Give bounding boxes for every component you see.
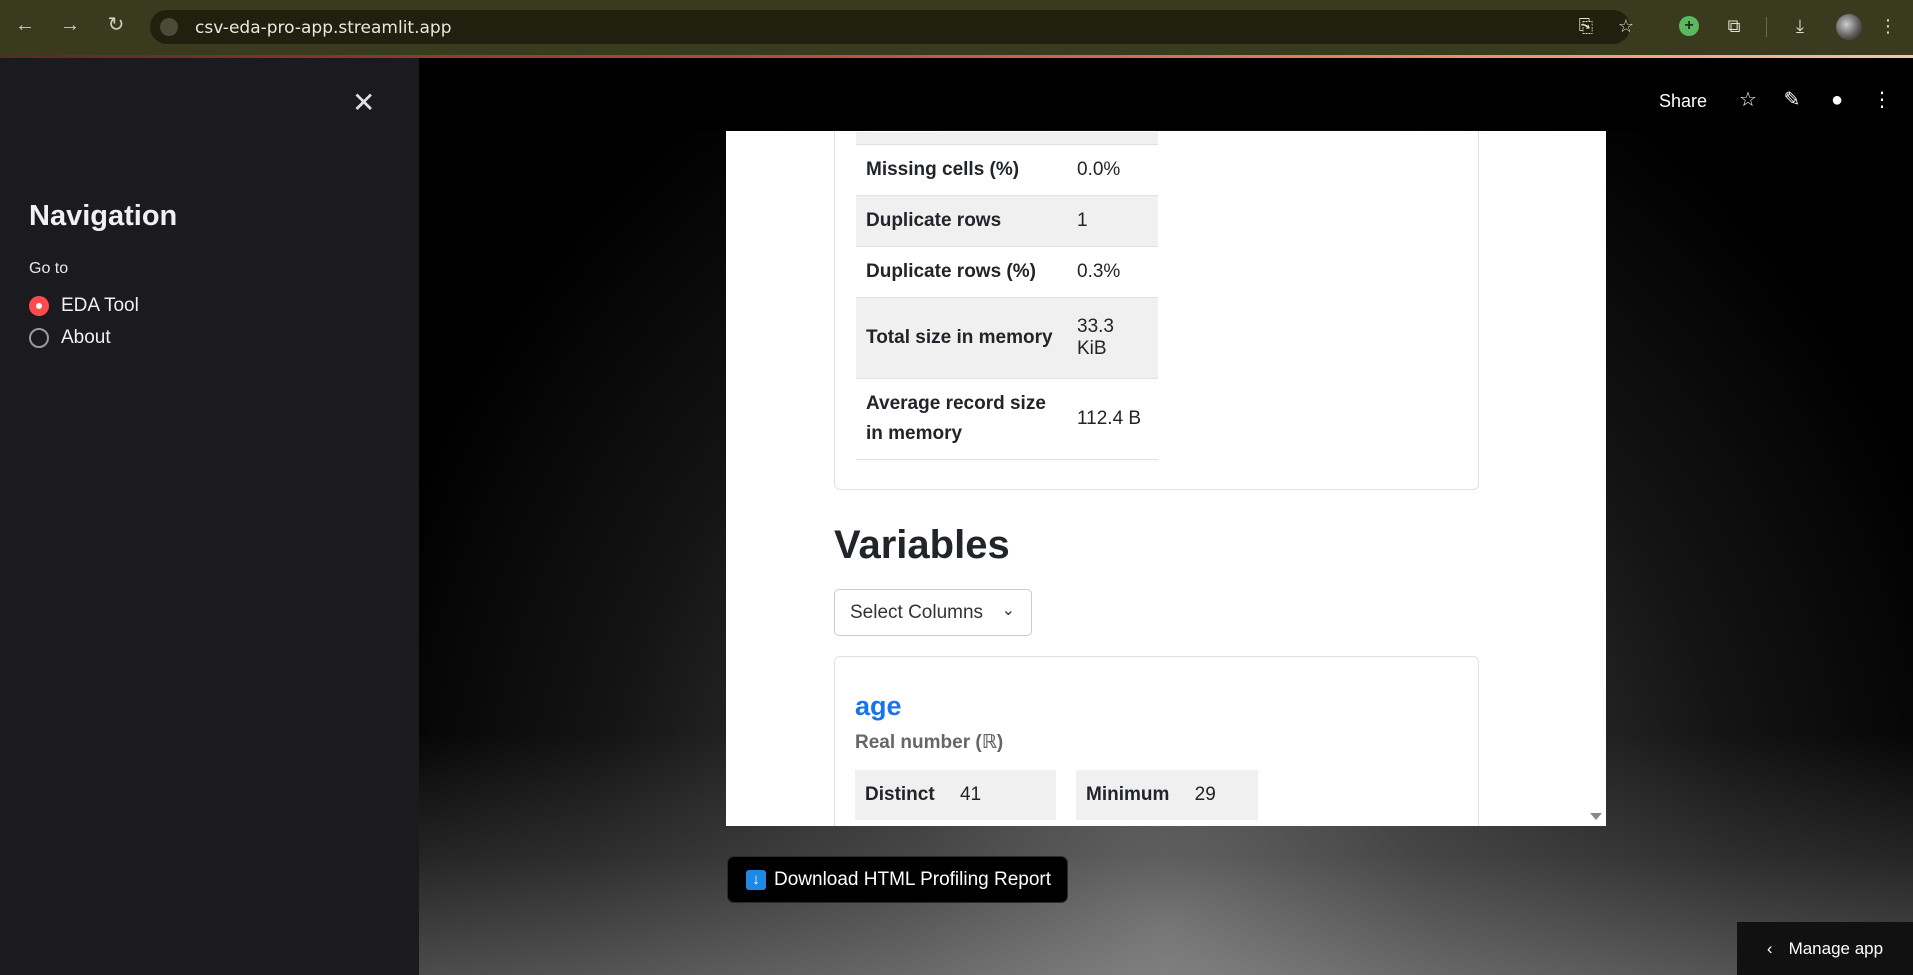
app-menu-icon[interactable]: ⋮ [1870,88,1894,112]
browser-menu-icon[interactable]: ⋮ [1876,14,1900,38]
stat-value: 41 [959,784,982,805]
chevron-left-icon: ‹ [1766,938,1773,958]
table-row: Average record size in memory 112.4 B [856,378,1158,460]
download-button-label: Download HTML Profiling Report [774,868,1052,890]
radio-checked-icon[interactable] [29,296,49,316]
github-icon[interactable]: ● [1825,88,1849,112]
download-report-button[interactable]: ↓ Download HTML Profiling Report [727,856,1069,903]
main-content: Share ☆ ✎ ● ⋮ Missing cells (%) 0.0% Dup… [419,58,1913,975]
share-button[interactable]: Share [1659,91,1707,112]
stat-key: Total size in memory [856,297,1067,379]
install-app-icon[interactable]: ⎘ [1574,14,1598,38]
manage-app-label: Manage app [1788,938,1884,958]
toolbar-divider [1766,17,1767,37]
stat-key: Duplicate rows (%) [856,246,1067,298]
close-sidebar-icon[interactable]: ✕ [352,86,375,119]
edit-pencil-icon[interactable]: ✎ [1780,88,1804,112]
scroll-down-arrow-icon[interactable] [1590,813,1602,820]
radio-option-eda-tool[interactable]: EDA Tool [29,295,139,317]
radio-label: EDA Tool [61,295,139,316]
radio-label: About [61,327,111,348]
chevron-down-icon: ⌄ [1001,602,1015,619]
favorite-star-icon[interactable]: ☆ [1736,88,1760,112]
radio-option-about[interactable]: About [29,327,111,349]
reload-icon[interactable]: ↻ [105,14,127,36]
app-header: Share ☆ ✎ ● ⋮ [419,58,1913,130]
variable-card: age Real number (ℝ) Distinct 41 Minimum … [834,656,1479,826]
variables-heading: Variables [834,523,1010,567]
variable-type: Real number (ℝ) [855,732,1004,753]
radio-unchecked-icon[interactable] [29,328,49,348]
distinct-stat: Distinct 41 [855,770,1056,820]
bookmark-star-icon[interactable]: ☆ [1614,14,1638,38]
overview-card: Missing cells (%) 0.0% Duplicate rows 1 … [834,131,1479,490]
table-row: Missing cells (%) 0.0% [856,144,1158,196]
stat-key: Minimum [1086,784,1170,805]
profile-avatar[interactable] [1836,14,1862,40]
select-columns-dropdown[interactable]: Select Columns ⌄ [834,589,1032,636]
downloads-icon[interactable]: ⤓ [1788,14,1812,38]
goto-label: Go to [29,260,69,277]
manage-app-button[interactable]: ‹ Manage app [1737,922,1913,975]
extension-plus-icon[interactable]: + [1679,16,1699,36]
stat-key: Average record size in memory [856,378,1067,460]
table-row: Duplicate rows 1 [856,195,1158,247]
select-columns-label: Select Columns [850,602,984,623]
variable-name-link[interactable]: age [855,691,902,722]
table-row: Duplicate rows (%) 0.3% [856,246,1158,298]
download-arrow-icon: ↓ [746,869,766,890]
minimum-stat: Minimum 29 [1076,770,1258,820]
stat-value: 29 [1194,784,1216,805]
stat-value: 33.3 KiB [1067,297,1158,379]
stat-value: 0.0% [1067,144,1158,196]
sidebar-title: Navigation [29,200,178,232]
stat-key: Distinct [865,784,935,805]
browser-toolbar: ← → ↻ csv-eda-pro-app.streamlit.app ⎘ ☆ … [0,0,1913,56]
overview-table: Missing cells (%) 0.0% Duplicate rows 1 … [856,132,1158,460]
site-info-icon[interactable] [160,18,178,36]
profiling-report-frame[interactable]: Missing cells (%) 0.0% Duplicate rows 1 … [726,131,1606,826]
table-row: Total size in memory 33.3 KiB [856,297,1158,379]
sidebar: ✕ Navigation Go to EDA Tool About [0,58,419,975]
stat-key: Missing cells (%) [856,144,1067,196]
url-text: csv-eda-pro-app.streamlit.app [195,18,452,38]
stat-value: 0.3% [1067,246,1158,298]
extensions-puzzle-icon[interactable]: ⧉ [1722,14,1746,38]
forward-icon[interactable]: → [59,14,81,36]
back-icon[interactable]: ← [14,14,36,36]
stat-key: Duplicate rows [856,195,1067,247]
address-bar[interactable]: csv-eda-pro-app.streamlit.app [150,10,1630,44]
stat-value: 112.4 B [1067,378,1158,460]
stat-value: 1 [1067,195,1158,247]
